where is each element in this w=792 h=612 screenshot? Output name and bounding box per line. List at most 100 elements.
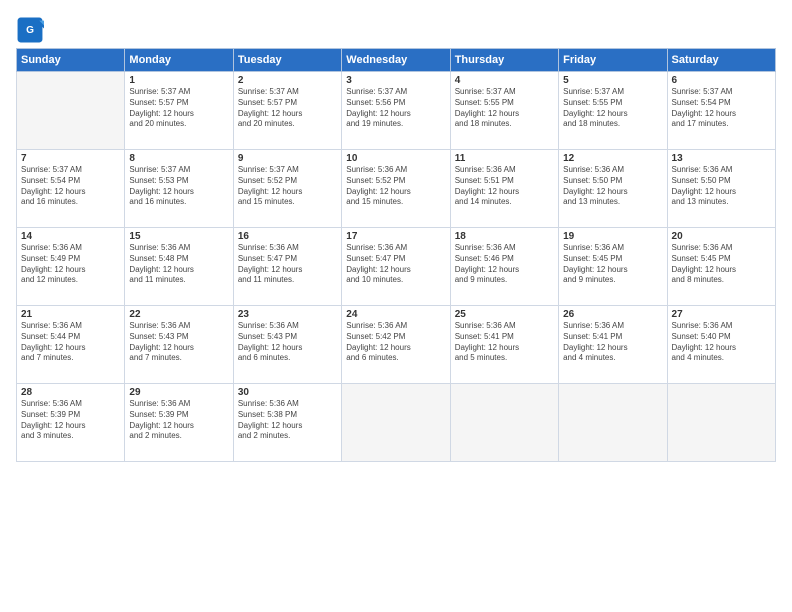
- calendar-cell: 22Sunrise: 5:36 AM Sunset: 5:43 PM Dayli…: [125, 306, 233, 384]
- day-number: 28: [21, 387, 120, 398]
- calendar-cell: 6Sunrise: 5:37 AM Sunset: 5:54 PM Daylig…: [667, 72, 775, 150]
- cell-info: Sunrise: 5:37 AM Sunset: 5:55 PM Dayligh…: [563, 87, 662, 130]
- calendar-cell: 27Sunrise: 5:36 AM Sunset: 5:40 PM Dayli…: [667, 306, 775, 384]
- calendar-cell: 5Sunrise: 5:37 AM Sunset: 5:55 PM Daylig…: [559, 72, 667, 150]
- cell-info: Sunrise: 5:36 AM Sunset: 5:44 PM Dayligh…: [21, 321, 120, 364]
- cell-info: Sunrise: 5:36 AM Sunset: 5:43 PM Dayligh…: [129, 321, 228, 364]
- calendar-cell: 4Sunrise: 5:37 AM Sunset: 5:55 PM Daylig…: [450, 72, 558, 150]
- page: G SundayMondayTuesdayWednesdayThursdayFr…: [0, 0, 792, 612]
- cell-info: Sunrise: 5:36 AM Sunset: 5:45 PM Dayligh…: [563, 243, 662, 286]
- cell-info: Sunrise: 5:36 AM Sunset: 5:40 PM Dayligh…: [672, 321, 771, 364]
- cell-info: Sunrise: 5:37 AM Sunset: 5:52 PM Dayligh…: [238, 165, 337, 208]
- day-number: 9: [238, 153, 337, 164]
- day-number: 25: [455, 309, 554, 320]
- calendar-cell: 28Sunrise: 5:36 AM Sunset: 5:39 PM Dayli…: [17, 384, 125, 462]
- cell-info: Sunrise: 5:36 AM Sunset: 5:50 PM Dayligh…: [672, 165, 771, 208]
- cell-info: Sunrise: 5:37 AM Sunset: 5:56 PM Dayligh…: [346, 87, 445, 130]
- day-number: 23: [238, 309, 337, 320]
- calendar-cell: [17, 72, 125, 150]
- cell-info: Sunrise: 5:36 AM Sunset: 5:46 PM Dayligh…: [455, 243, 554, 286]
- day-number: 6: [672, 75, 771, 86]
- day-number: 16: [238, 231, 337, 242]
- calendar-cell: 10Sunrise: 5:36 AM Sunset: 5:52 PM Dayli…: [342, 150, 450, 228]
- cell-info: Sunrise: 5:36 AM Sunset: 5:38 PM Dayligh…: [238, 399, 337, 442]
- col-header-friday: Friday: [559, 49, 667, 72]
- calendar-cell: [450, 384, 558, 462]
- day-number: 20: [672, 231, 771, 242]
- calendar-cell: 1Sunrise: 5:37 AM Sunset: 5:57 PM Daylig…: [125, 72, 233, 150]
- day-number: 26: [563, 309, 662, 320]
- logo-icon: G: [16, 16, 44, 44]
- day-number: 3: [346, 75, 445, 86]
- cell-info: Sunrise: 5:36 AM Sunset: 5:47 PM Dayligh…: [238, 243, 337, 286]
- calendar-cell: 29Sunrise: 5:36 AM Sunset: 5:39 PM Dayli…: [125, 384, 233, 462]
- cell-info: Sunrise: 5:37 AM Sunset: 5:55 PM Dayligh…: [455, 87, 554, 130]
- calendar-cell: 26Sunrise: 5:36 AM Sunset: 5:41 PM Dayli…: [559, 306, 667, 384]
- svg-text:G: G: [26, 25, 34, 36]
- day-number: 12: [563, 153, 662, 164]
- cell-info: Sunrise: 5:37 AM Sunset: 5:54 PM Dayligh…: [21, 165, 120, 208]
- header: G: [16, 12, 776, 44]
- cell-info: Sunrise: 5:36 AM Sunset: 5:52 PM Dayligh…: [346, 165, 445, 208]
- cell-info: Sunrise: 5:36 AM Sunset: 5:41 PM Dayligh…: [563, 321, 662, 364]
- day-number: 30: [238, 387, 337, 398]
- calendar-cell: 19Sunrise: 5:36 AM Sunset: 5:45 PM Dayli…: [559, 228, 667, 306]
- day-number: 8: [129, 153, 228, 164]
- day-number: 14: [21, 231, 120, 242]
- col-header-sunday: Sunday: [17, 49, 125, 72]
- calendar-cell: 13Sunrise: 5:36 AM Sunset: 5:50 PM Dayli…: [667, 150, 775, 228]
- logo: G: [16, 16, 48, 44]
- day-number: 10: [346, 153, 445, 164]
- cell-info: Sunrise: 5:36 AM Sunset: 5:42 PM Dayligh…: [346, 321, 445, 364]
- calendar-cell: 12Sunrise: 5:36 AM Sunset: 5:50 PM Dayli…: [559, 150, 667, 228]
- calendar-cell: 30Sunrise: 5:36 AM Sunset: 5:38 PM Dayli…: [233, 384, 341, 462]
- cell-info: Sunrise: 5:36 AM Sunset: 5:48 PM Dayligh…: [129, 243, 228, 286]
- day-number: 7: [21, 153, 120, 164]
- cell-info: Sunrise: 5:37 AM Sunset: 5:57 PM Dayligh…: [129, 87, 228, 130]
- calendar-cell: 2Sunrise: 5:37 AM Sunset: 5:57 PM Daylig…: [233, 72, 341, 150]
- calendar-cell: 16Sunrise: 5:36 AM Sunset: 5:47 PM Dayli…: [233, 228, 341, 306]
- cell-info: Sunrise: 5:37 AM Sunset: 5:57 PM Dayligh…: [238, 87, 337, 130]
- calendar-cell: 17Sunrise: 5:36 AM Sunset: 5:47 PM Dayli…: [342, 228, 450, 306]
- calendar-cell: 11Sunrise: 5:36 AM Sunset: 5:51 PM Dayli…: [450, 150, 558, 228]
- day-number: 2: [238, 75, 337, 86]
- calendar-cell: 15Sunrise: 5:36 AM Sunset: 5:48 PM Dayli…: [125, 228, 233, 306]
- cell-info: Sunrise: 5:37 AM Sunset: 5:54 PM Dayligh…: [672, 87, 771, 130]
- day-number: 24: [346, 309, 445, 320]
- col-header-wednesday: Wednesday: [342, 49, 450, 72]
- cell-info: Sunrise: 5:36 AM Sunset: 5:47 PM Dayligh…: [346, 243, 445, 286]
- day-number: 29: [129, 387, 228, 398]
- calendar-cell: [342, 384, 450, 462]
- cell-info: Sunrise: 5:37 AM Sunset: 5:53 PM Dayligh…: [129, 165, 228, 208]
- cell-info: Sunrise: 5:36 AM Sunset: 5:50 PM Dayligh…: [563, 165, 662, 208]
- day-number: 19: [563, 231, 662, 242]
- calendar-cell: [667, 384, 775, 462]
- day-number: 22: [129, 309, 228, 320]
- col-header-tuesday: Tuesday: [233, 49, 341, 72]
- day-number: 21: [21, 309, 120, 320]
- calendar-cell: 8Sunrise: 5:37 AM Sunset: 5:53 PM Daylig…: [125, 150, 233, 228]
- cell-info: Sunrise: 5:36 AM Sunset: 5:51 PM Dayligh…: [455, 165, 554, 208]
- calendar-cell: 24Sunrise: 5:36 AM Sunset: 5:42 PM Dayli…: [342, 306, 450, 384]
- cell-info: Sunrise: 5:36 AM Sunset: 5:45 PM Dayligh…: [672, 243, 771, 286]
- day-number: 4: [455, 75, 554, 86]
- calendar-table: SundayMondayTuesdayWednesdayThursdayFrid…: [16, 48, 776, 462]
- day-number: 5: [563, 75, 662, 86]
- calendar-cell: 3Sunrise: 5:37 AM Sunset: 5:56 PM Daylig…: [342, 72, 450, 150]
- cell-info: Sunrise: 5:36 AM Sunset: 5:43 PM Dayligh…: [238, 321, 337, 364]
- cell-info: Sunrise: 5:36 AM Sunset: 5:39 PM Dayligh…: [129, 399, 228, 442]
- cell-info: Sunrise: 5:36 AM Sunset: 5:41 PM Dayligh…: [455, 321, 554, 364]
- calendar-cell: 21Sunrise: 5:36 AM Sunset: 5:44 PM Dayli…: [17, 306, 125, 384]
- calendar-cell: 20Sunrise: 5:36 AM Sunset: 5:45 PM Dayli…: [667, 228, 775, 306]
- day-number: 27: [672, 309, 771, 320]
- calendar-cell: 9Sunrise: 5:37 AM Sunset: 5:52 PM Daylig…: [233, 150, 341, 228]
- calendar-cell: 14Sunrise: 5:36 AM Sunset: 5:49 PM Dayli…: [17, 228, 125, 306]
- col-header-thursday: Thursday: [450, 49, 558, 72]
- calendar-cell: 25Sunrise: 5:36 AM Sunset: 5:41 PM Dayli…: [450, 306, 558, 384]
- day-number: 15: [129, 231, 228, 242]
- col-header-monday: Monday: [125, 49, 233, 72]
- calendar-cell: [559, 384, 667, 462]
- day-number: 18: [455, 231, 554, 242]
- cell-info: Sunrise: 5:36 AM Sunset: 5:39 PM Dayligh…: [21, 399, 120, 442]
- cell-info: Sunrise: 5:36 AM Sunset: 5:49 PM Dayligh…: [21, 243, 120, 286]
